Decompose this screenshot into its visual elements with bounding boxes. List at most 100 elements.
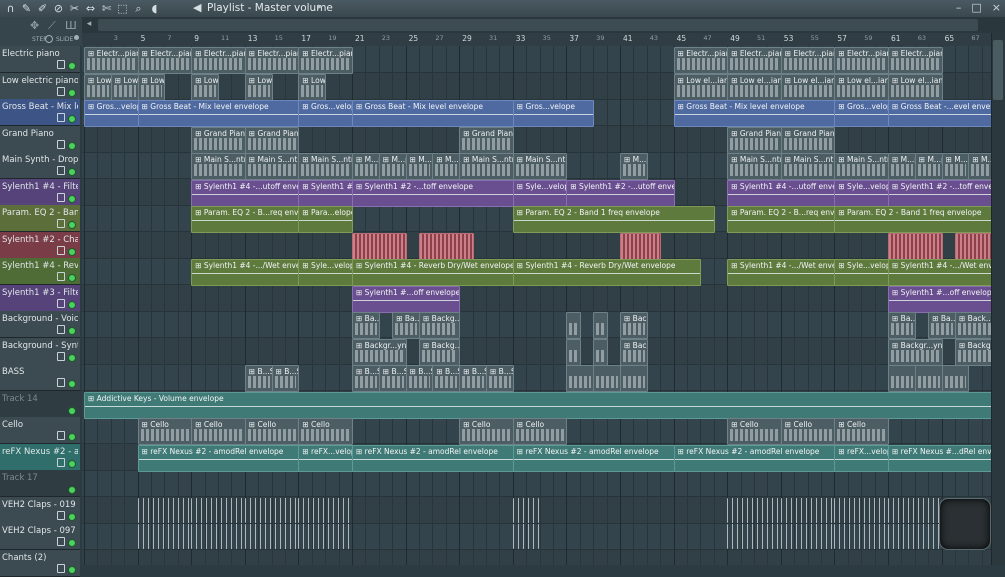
pattern-clip[interactable] bbox=[834, 524, 887, 549]
track-header[interactable]: Main Synth - Drop bbox=[0, 152, 80, 179]
automation-clip[interactable]: ⊞ Gros...velope bbox=[512, 100, 595, 127]
pattern-clip[interactable] bbox=[593, 338, 608, 366]
lock-icon[interactable] bbox=[57, 378, 65, 387]
automation-clip[interactable]: ⊞ Gross Beat -...evel envelope bbox=[888, 100, 991, 127]
lock-icon[interactable] bbox=[57, 86, 65, 96]
pattern-clip[interactable]: ⊞ Back...ces bbox=[955, 312, 991, 339]
mute-led-icon[interactable] bbox=[68, 380, 76, 388]
pattern-clip[interactable]: ⊞ Main S...ntro bbox=[727, 153, 782, 180]
automation-clip[interactable]: ⊞ reFX Nexus #...dRel envelope bbox=[888, 444, 991, 472]
track-header[interactable]: Track 14 bbox=[0, 390, 80, 418]
lock-icon[interactable] bbox=[57, 298, 65, 308]
pattern-clip[interactable]: ⊞ Grand Piano bbox=[244, 126, 300, 154]
pencil-icon[interactable]: ✎ bbox=[20, 2, 33, 15]
mute-led-icon[interactable] bbox=[68, 353, 76, 362]
pattern-clip[interactable]: ⊞ Backg...th bbox=[419, 338, 461, 366]
zoom-icon[interactable]: ⌕ bbox=[132, 2, 145, 15]
magnet-icon[interactable]: ∩ bbox=[4, 2, 17, 15]
track-header[interactable]: Sylenth1 #4 - Filter... bbox=[0, 178, 80, 206]
pattern-clip[interactable] bbox=[191, 524, 244, 549]
pattern-clip[interactable] bbox=[137, 497, 191, 523]
pattern-clip[interactable]: ⊞ M...p bbox=[432, 153, 461, 180]
automation-clip[interactable]: ⊞ Param. EQ 2 - Band 1 freq envelope bbox=[834, 206, 991, 233]
pattern-clip[interactable]: ⊞ Electr...piano bbox=[780, 47, 836, 74]
shift-icon[interactable]: ✥ bbox=[30, 19, 39, 32]
pattern-clip[interactable]: ⊞ M...p bbox=[914, 153, 943, 180]
track-header[interactable]: Low electric piano bbox=[0, 72, 80, 100]
automation-clip[interactable]: ⊞ Gross Beat - Mix level envelope bbox=[352, 100, 514, 127]
pattern-clip[interactable]: ⊞ Low el...iano bbox=[84, 73, 112, 101]
vertical-scrollbar[interactable] bbox=[991, 33, 1005, 565]
pattern-clip[interactable]: ⊞ Low el...iano bbox=[137, 73, 166, 101]
automation-clip[interactable]: ⊞ Gross Beat - Mix level envelope bbox=[137, 100, 300, 127]
pattern-clip[interactable]: ⊞ Low el...iano bbox=[673, 73, 729, 101]
pattern-clip[interactable] bbox=[620, 365, 648, 392]
pattern-clip[interactable]: ⊞ Cello bbox=[244, 418, 300, 445]
pattern-clip[interactable]: ⊞ Low el...iano bbox=[834, 73, 889, 101]
automation-clip[interactable]: ⊞ Gros...velope bbox=[84, 100, 139, 127]
pattern-clip[interactable]: ⊞ Low el...iano bbox=[244, 73, 273, 101]
automation-clip[interactable]: ⊞ Gros...velope bbox=[298, 100, 353, 127]
lock-icon[interactable] bbox=[57, 351, 65, 361]
pattern-clip[interactable]: ⊞ Electr...piano bbox=[727, 47, 782, 74]
automation-clip[interactable]: ⊞ Syle...velope bbox=[512, 179, 568, 207]
minimize-button[interactable]: – bbox=[956, 1, 962, 14]
pattern-clip[interactable]: ⊞ B...S bbox=[405, 365, 434, 392]
mute-led-icon[interactable] bbox=[68, 88, 76, 97]
pattern-clip[interactable]: ⊞ Cello bbox=[780, 418, 836, 445]
pattern-clip[interactable]: ⊞ M...p bbox=[352, 153, 380, 180]
pattern-clip[interactable]: ⊞ Main S...ntro bbox=[834, 153, 889, 180]
pattern-clip[interactable]: ⊞ Grand Piano bbox=[727, 126, 782, 154]
delete-icon[interactable]: ⊘ bbox=[52, 2, 65, 15]
brush-icon[interactable]: ✐ bbox=[36, 2, 49, 15]
mute-icon[interactable]: ✂ bbox=[68, 2, 81, 15]
automation-clip[interactable]: ⊞ Syle...velope bbox=[834, 259, 889, 286]
mute-led-icon[interactable] bbox=[68, 406, 76, 415]
pattern-clip[interactable]: ⊞ B...S bbox=[459, 365, 487, 392]
automation-clip[interactable]: ⊞ reFX Nexus #2 - amodRel envelope bbox=[137, 444, 300, 472]
pattern-clip[interactable]: ⊞ Electr...piano bbox=[84, 47, 139, 74]
automation-clip[interactable]: ⊞ reFX Nexus #2 - amodRel envelope bbox=[512, 444, 675, 472]
pattern-clip[interactable] bbox=[244, 497, 298, 523]
pattern-clip[interactable] bbox=[727, 497, 780, 523]
mute-led-icon[interactable] bbox=[68, 327, 76, 335]
lock-icon[interactable] bbox=[57, 113, 65, 122]
pattern-clip[interactable] bbox=[137, 524, 191, 549]
mute-led-icon[interactable] bbox=[68, 459, 76, 468]
mute-led-icon[interactable] bbox=[68, 168, 76, 176]
pattern-clip[interactable]: ⊞ B...S bbox=[378, 365, 407, 392]
mute-led-icon[interactable] bbox=[68, 141, 76, 150]
track-header[interactable]: Sylenth1 #2 - Chan... bbox=[0, 231, 80, 259]
pattern-clip[interactable]: ⊞ Bac...h bbox=[620, 338, 648, 366]
pattern-clip[interactable] bbox=[298, 497, 351, 523]
pattern-clip[interactable]: ⊞ Main S...ntro bbox=[780, 153, 836, 180]
track-header[interactable]: VEH2 Claps - 019 bbox=[0, 496, 80, 524]
automation-clip[interactable]: ⊞ Param. EQ 2 - Band 1 freq envelope bbox=[512, 206, 715, 233]
automation-clip[interactable]: ⊞ reFX Nexus #2 - amodRel envelope bbox=[673, 444, 836, 472]
mute-led-icon[interactable] bbox=[68, 247, 76, 256]
pattern-clip[interactable]: ⊞ Ba... bbox=[352, 312, 380, 339]
track-header[interactable]: Sylenth1 #3 - Filter... bbox=[0, 284, 80, 312]
automation-clip[interactable]: ⊞ Sylenth1 #4 -...utoff envelope bbox=[727, 179, 836, 207]
pattern-clip[interactable]: ⊞ Bac...h bbox=[620, 312, 648, 339]
select-icon[interactable]: ⬚ bbox=[116, 2, 129, 15]
automation-clip[interactable]: ⊞ Sylenth1 #4 -.../Wet envelope bbox=[727, 259, 836, 286]
title-caret-icon[interactable]: ▸ bbox=[318, 2, 323, 12]
automation-clip[interactable]: ⊞ reFX Nexus #2 - amodRel envelope bbox=[352, 444, 514, 472]
track-header[interactable]: Param. EQ 2 - Band... bbox=[0, 205, 80, 232]
pattern-clip[interactable] bbox=[914, 365, 943, 392]
pattern-clip[interactable]: ⊞ Cello bbox=[512, 418, 568, 445]
pattern-clip[interactable]: ⊞ Backg...ces bbox=[419, 312, 461, 339]
pattern-clip[interactable]: ⊞ M...p bbox=[941, 153, 970, 180]
pattern-clip[interactable] bbox=[780, 524, 834, 549]
pattern-clip[interactable]: ⊞ Electr...piano bbox=[298, 47, 353, 74]
pattern-clip[interactable] bbox=[512, 524, 539, 549]
pattern-clip[interactable]: ⊞ Electr...piano bbox=[834, 47, 889, 74]
pattern-clip[interactable]: ⊞ Grand Piano bbox=[191, 126, 246, 154]
mute-led-icon[interactable] bbox=[68, 512, 76, 521]
lock-icon[interactable] bbox=[57, 139, 65, 149]
track-header[interactable]: Background - Voices bbox=[0, 311, 80, 338]
automation-clip[interactable]: ⊞ reFX...velope bbox=[298, 444, 353, 472]
mute-led-icon[interactable] bbox=[68, 274, 76, 282]
pattern-clip[interactable] bbox=[191, 497, 244, 523]
